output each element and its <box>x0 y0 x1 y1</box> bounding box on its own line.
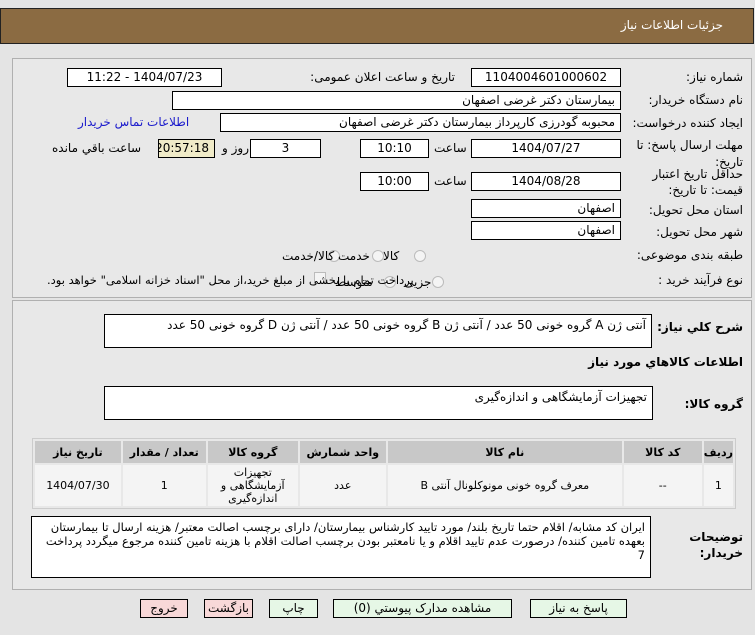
province-field: اصفهان <box>471 199 621 218</box>
reply-button[interactable]: پاسخ به نیاز <box>530 599 627 618</box>
print-button[interactable]: چاپ <box>269 599 318 618</box>
cell-name: معرف گروه خونی مونوکلونال آنتی B <box>387 465 622 506</box>
process-type-label: نوع فرآیند خرید : <box>658 273 743 287</box>
exit-button[interactable]: خروج <box>140 599 188 618</box>
table-header-row: ردیف کد کالا نام کالا واحد شمارش گروه کا… <box>35 441 733 463</box>
page-title: جزئیات اطلاعات نیاز <box>620 18 723 32</box>
need-number-label: شماره نیاز: <box>686 70 743 84</box>
table-row: 1 -- معرف گروه خونی مونوکلونال آنتی B عد… <box>35 465 733 506</box>
city-label: شهر محل تحویل: <box>656 225 743 239</box>
col-row: ردیف <box>703 441 733 463</box>
remaining-time-field: 20:57:18 <box>158 139 215 158</box>
buyer-notes-textarea[interactable]: ایران کد مشابه/ اقلام حتما تاریخ بلند/ م… <box>31 516 651 578</box>
validity-time-field: 10:00 <box>360 172 429 191</box>
days-label: روز و <box>222 141 249 155</box>
validity-date-field: 1404/08/28 <box>471 172 621 191</box>
view-attachments-button[interactable]: مشاهده مدارک پیوستي (0) <box>333 599 512 618</box>
goods-table: ردیف کد کالا نام کالا واحد شمارش گروه کا… <box>32 438 736 509</box>
page-header: جزئیات اطلاعات نیاز <box>0 8 754 44</box>
description-textarea[interactable]: آنتی ژن A گروه خونی 50 عدد / آنتی ژن B گ… <box>104 314 652 348</box>
need-number-field: 1104004601000602 <box>471 68 621 87</box>
category-goods-label: کالا <box>383 249 400 263</box>
announce-label: تاریخ و ساعت اعلان عمومی: <box>310 70 455 84</box>
cell-group: تجهیزات آزمایشگاهی و اندازه‌گیری <box>207 465 298 506</box>
col-group: گروه کالا <box>207 441 298 463</box>
category-radio-goods[interactable] <box>414 250 426 262</box>
validity-label-2: قیمت: تا تاریخ: <box>668 183 743 197</box>
goods-group-textarea[interactable]: تجهیزات آزمایشگاهی و اندازه‌گیری <box>104 386 653 420</box>
cell-quantity: 1 <box>122 465 206 506</box>
process-radio-minor[interactable] <box>432 276 444 288</box>
validity-label: حداقل تاریخ اعتبار <box>652 167 743 181</box>
goods-group-label: گروه کالا: <box>684 397 743 411</box>
category-service-label: خدمت <box>338 249 370 263</box>
creator-field: محبوبه گودرزی کارپرداز بیمارستان دکتر غر… <box>220 113 621 132</box>
col-quantity: تعداد / مقدار <box>122 441 206 463</box>
col-unit: واحد شمارش <box>299 441 386 463</box>
category-radio-service[interactable] <box>372 250 384 262</box>
cell-row: 1 <box>703 465 733 506</box>
cell-date: 1404/07/30 <box>35 465 121 506</box>
creator-label: ایجاد کننده درخواست: <box>632 116 743 130</box>
deadline-date-field: 1404/07/27 <box>471 139 621 158</box>
category-label: طبقه بندی موضوعی: <box>636 248 743 262</box>
announce-field: 1404/07/23 - 11:22 <box>67 68 222 87</box>
notes-label-2: خریدار: <box>699 546 743 560</box>
goods-section-title: اطلاعات كالاهاي مورد نياز <box>588 355 743 369</box>
buyer-contact-link[interactable]: اطلاعات تماس خریدار <box>78 115 189 129</box>
back-button[interactable]: بازگشت <box>204 599 253 618</box>
col-name: نام کالا <box>387 441 622 463</box>
validity-time-label: ساعت <box>434 174 467 188</box>
remaining-label: ساعت باقي مانده <box>52 141 142 155</box>
col-code: کد کالا <box>623 441 702 463</box>
days-field: 3 <box>250 139 321 158</box>
notes-label: توضیحات <box>689 530 743 544</box>
cell-code: -- <box>623 465 702 506</box>
deadline-time-field: 10:10 <box>360 139 429 158</box>
category-goods-service-label: کالا/خدمت <box>282 249 335 263</box>
buyer-field: بیمارستان دکتر غرضی اصفهان <box>172 91 621 110</box>
province-label: استان محل تحویل: <box>648 203 743 217</box>
description-label: شرح کلي نياز: <box>657 320 743 334</box>
col-date: تاریخ نیاز <box>35 441 121 463</box>
cell-unit: عدد <box>299 465 386 506</box>
treasury-payment-label: پرداخت تمام یا بخشی از مبلغ خرید،از محل … <box>47 273 414 287</box>
deadline-label: مهلت ارسال پاسخ: تا <box>636 138 743 152</box>
buyer-label: نام دستگاه خریدار: <box>648 93 744 107</box>
time-label: ساعت <box>434 141 467 155</box>
city-field: اصفهان <box>471 221 621 240</box>
